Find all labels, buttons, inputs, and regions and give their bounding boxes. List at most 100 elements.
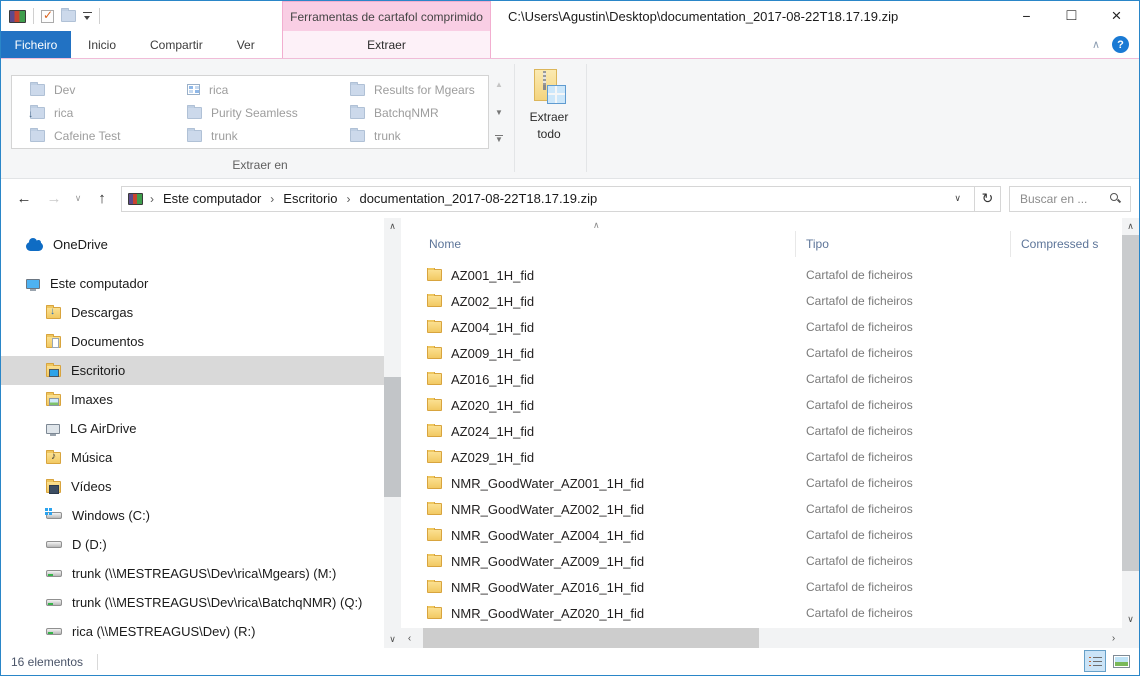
file-name: NMR_GoodWater_AZ001_1H_fid	[451, 476, 644, 491]
ribbon-tabs: Inicio Compartir Ver	[71, 31, 272, 58]
column-header-tipo[interactable]: Tipo	[796, 231, 1011, 257]
table-row[interactable]: AZ016_1H_fid Cartafol de ficheiros	[401, 366, 1122, 392]
sidebar-item-m-sica[interactable]: Música	[1, 443, 384, 472]
table-row[interactable]: AZ029_1H_fid Cartafol de ficheiros	[401, 444, 1122, 470]
folder-icon	[187, 107, 202, 119]
up-icon[interactable]: ↑	[87, 190, 117, 207]
details-view-button[interactable]	[1084, 650, 1106, 672]
new-folder-icon[interactable]	[61, 10, 76, 22]
sidebar-item-d-d[interactable]: D (D:)	[1, 530, 384, 559]
tab-inicio[interactable]: Inicio	[71, 31, 133, 58]
breadcrumb-this-pc[interactable]: Este computador	[161, 191, 263, 206]
sidebar-item-documentos[interactable]: Documentos	[1, 327, 384, 356]
destination-item-trunk[interactable]: trunk	[350, 124, 480, 147]
minimize-button[interactable]: −	[1004, 1, 1049, 31]
scroll-right-icon[interactable]: ›	[1105, 633, 1122, 644]
sidebar-item-label: Escritorio	[71, 363, 125, 378]
tab-compartir[interactable]: Compartir	[133, 31, 220, 58]
scroll-up-icon[interactable]: ∧	[384, 218, 401, 235]
breadcrumb-zip[interactable]: documentation_2017-08-22T18.17.19.zip	[357, 191, 599, 206]
horizontal-scrollbar[interactable]: ‹ ›	[401, 628, 1122, 648]
sidebar-item-escritorio[interactable]: Escritorio	[1, 356, 384, 385]
destination-item-batchqnmr[interactable]: BatchqNMR	[350, 101, 480, 124]
file-name-cell: AZ002_1H_fid	[401, 294, 796, 309]
scroll-up-icon[interactable]: ▲	[495, 80, 503, 89]
close-button[interactable]: ×	[1094, 1, 1139, 31]
column-header-nome[interactable]: Nome	[401, 231, 796, 257]
scroll-more-icon[interactable]: ▼	[495, 135, 503, 144]
sidebar-item-rica-mestreagus-dev-r[interactable]: rica (\\MESTREAGUS\Dev) (R:)	[1, 617, 384, 646]
details-view-icon	[1089, 656, 1102, 667]
table-row[interactable]: AZ001_1H_fid Cartafol de ficheiros	[401, 262, 1122, 288]
properties-check-icon[interactable]	[41, 10, 54, 23]
sidebar-item-imaxes[interactable]: Imaxes	[1, 385, 384, 414]
ribbon-group-label: Extraer en	[11, 158, 509, 172]
sidebar-item-label: Windows (C:)	[72, 508, 150, 523]
scrollbar-thumb[interactable]	[384, 377, 401, 497]
table-row[interactable]: NMR_GoodWater_AZ009_1H_fid Cartafol de f…	[401, 548, 1122, 574]
sidebar-item-lg-airdrive[interactable]: LG AirDrive	[1, 414, 384, 443]
thumbnails-view-button[interactable]	[1110, 650, 1132, 672]
destination-item-cafeine-test[interactable]: Cafeine Test	[30, 124, 187, 147]
destination-item-purity-seamless[interactable]: Purity Seamless	[187, 101, 350, 124]
sidebar-item-descargas[interactable]: Descargas	[1, 298, 384, 327]
scroll-down-icon[interactable]: ∨	[384, 631, 401, 648]
address-bar[interactable]: › Este computador › Escritorio › documen…	[121, 186, 975, 212]
address-dropdown-icon[interactable]: ∨	[947, 193, 968, 204]
destination-column: Dev rica Cafeine Test	[30, 78, 187, 148]
destination-item-dev[interactable]: Dev	[30, 78, 187, 101]
refresh-button[interactable]: ↻	[975, 186, 1001, 212]
tab-extraer[interactable]: Extraer	[282, 31, 491, 58]
sidebar-item-trunk-mestreagus-dev-rica-batchqnmr-q[interactable]: trunk (\\MESTREAGUS\Dev\rica\BatchqNMR) …	[1, 588, 384, 617]
table-row[interactable]: NMR_GoodWater_AZ016_1H_fid Cartafol de f…	[401, 574, 1122, 600]
table-row[interactable]: NMR_GoodWater_AZ020_1H_fid Cartafol de f…	[401, 600, 1122, 626]
sidebar-item-v-deos[interactable]: Vídeos	[1, 472, 384, 501]
destination-item-results-for-mgears[interactable]: Results for Mgears	[350, 78, 480, 101]
scroll-up-icon[interactable]: ∧	[1122, 218, 1139, 235]
file-name: AZ024_1H_fid	[451, 424, 534, 439]
help-button[interactable]: ?	[1112, 36, 1129, 53]
collapse-ribbon-icon[interactable]: ∧	[1092, 38, 1100, 51]
scroll-down-icon[interactable]: ∨	[1122, 611, 1139, 628]
destination-item-rica[interactable]: rica	[30, 101, 187, 124]
tab-ver[interactable]: Ver	[220, 31, 272, 58]
sidebar-scrollbar[interactable]: ∧ ∨	[384, 218, 401, 648]
customize-quick-access-icon[interactable]	[83, 12, 92, 21]
destination-label: Results for Mgears	[374, 83, 475, 97]
sidebar-item-trunk-mestreagus-dev-rica-mgears-m[interactable]: trunk (\\MESTREAGUS\Dev\rica\Mgears) (M:…	[1, 559, 384, 588]
scrollbar-thumb[interactable]	[423, 628, 759, 648]
table-row[interactable]: AZ002_1H_fid Cartafol de ficheiros	[401, 288, 1122, 314]
scroll-down-icon[interactable]: ▼	[495, 108, 503, 117]
breadcrumb-desktop[interactable]: Escritorio	[281, 191, 339, 206]
folder-icon	[427, 321, 442, 333]
table-row[interactable]: AZ020_1H_fid Cartafol de ficheiros	[401, 392, 1122, 418]
destination-item-trunk[interactable]: trunk	[187, 124, 350, 147]
forward-icon[interactable]: →	[39, 190, 69, 207]
table-row[interactable]: AZ004_1H_fid Cartafol de ficheiros	[401, 314, 1122, 340]
scrollbar-thumb[interactable]	[1122, 235, 1139, 571]
maximize-button[interactable]: □	[1049, 1, 1094, 31]
column-header-compressed-size[interactable]: Compressed s	[1011, 231, 1121, 257]
extract-all-button[interactable]: Extraer todo	[520, 65, 578, 173]
scrollbar-track[interactable]	[418, 628, 1105, 648]
file-name: NMR_GoodWater_AZ016_1H_fid	[451, 580, 644, 595]
table-row[interactable]: AZ009_1H_fid Cartafol de ficheiros	[401, 340, 1122, 366]
search-input[interactable]	[1018, 191, 1105, 207]
table-row[interactable]: AZ024_1H_fid Cartafol de ficheiros	[401, 418, 1122, 444]
destination-item-rica[interactable]: rica	[187, 78, 350, 101]
table-row[interactable]: NMR_GoodWater_AZ004_1H_fid Cartafol de f…	[401, 522, 1122, 548]
sidebar-item-onedrive[interactable]: OneDrive	[1, 230, 384, 259]
list-vertical-scrollbar[interactable]: ∧ ∨	[1122, 218, 1139, 648]
sidebar-item-este-computador[interactable]: Este computador	[1, 269, 384, 298]
folder-video-icon	[46, 481, 61, 493]
sidebar-item-windows-c[interactable]: Windows (C:)	[1, 501, 384, 530]
recent-locations-icon[interactable]: ∨	[69, 193, 87, 204]
drive-net-icon	[46, 599, 62, 606]
file-type-cell: Cartafol de ficheiros	[796, 528, 1011, 542]
scroll-left-icon[interactable]: ‹	[401, 633, 418, 644]
table-row[interactable]: NMR_GoodWater_AZ001_1H_fid Cartafol de f…	[401, 470, 1122, 496]
tab-ficheiro[interactable]: Ficheiro	[1, 31, 71, 58]
table-row[interactable]: NMR_GoodWater_AZ002_1H_fid Cartafol de f…	[401, 496, 1122, 522]
back-icon[interactable]: ←	[9, 190, 39, 207]
search-icon[interactable]	[1109, 192, 1122, 205]
